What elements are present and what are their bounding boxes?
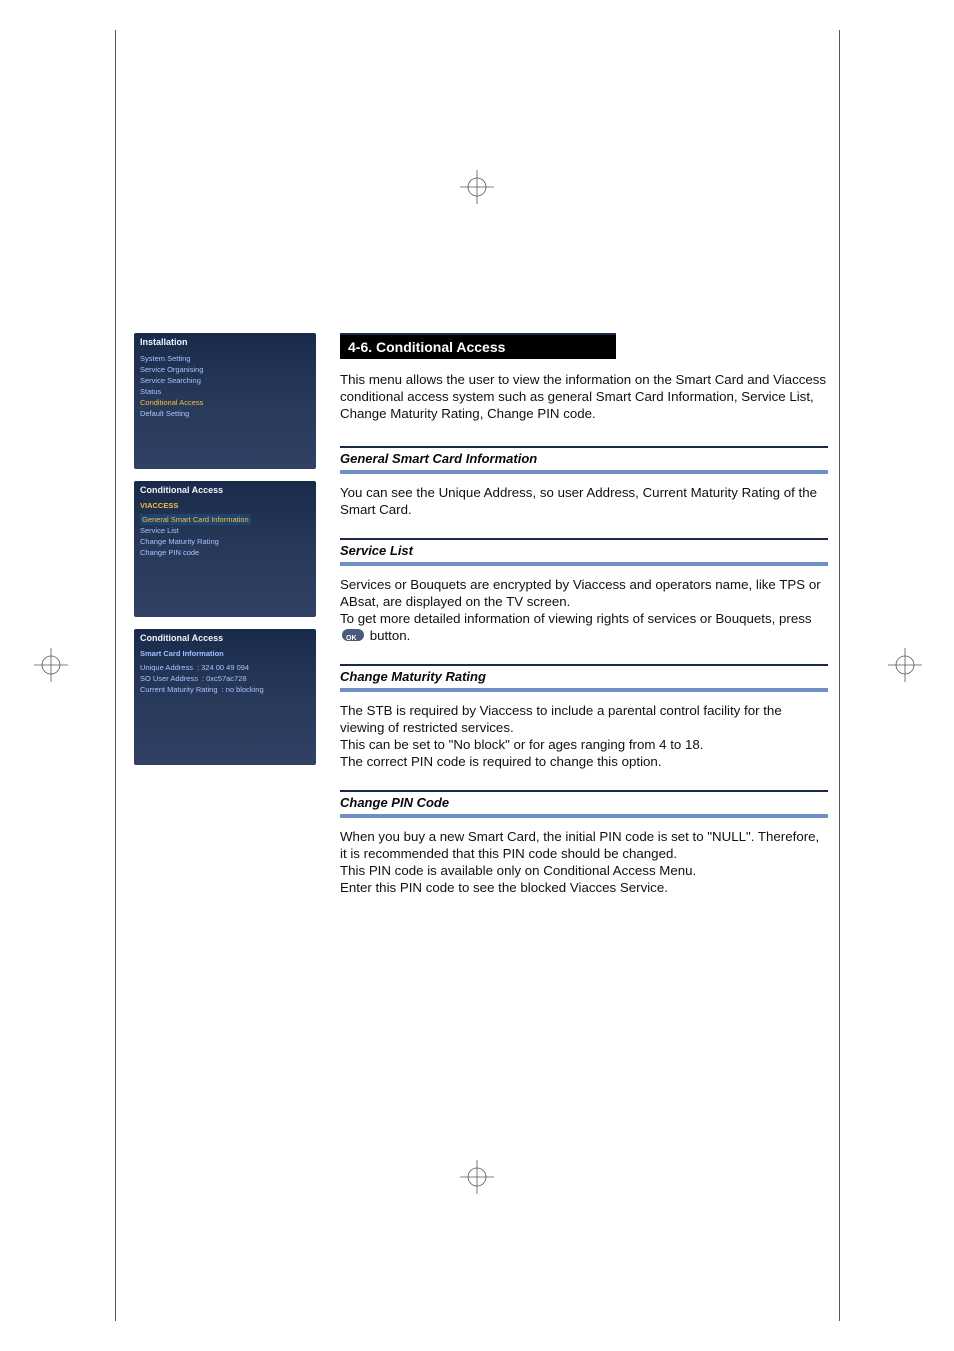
menu-item-highlight: General Smart Card Information — [140, 514, 251, 525]
text-column: 4-6. Conditional Access This menu allows… — [340, 333, 828, 916]
screenshot-column: Installation System Setting Service Orga… — [134, 333, 316, 916]
subsection-heading: Change Maturity Rating — [340, 664, 828, 692]
body-text: The STB is required by Viaccess to inclu… — [340, 702, 828, 770]
info-row: Unique Address: 324 00 49 094 — [140, 662, 310, 673]
ok-button-icon — [342, 629, 364, 641]
menu-item: Service List — [140, 525, 310, 536]
body-text: You can see the Unique Address, so user … — [340, 484, 828, 518]
crop-mark-left — [34, 648, 68, 682]
crop-mark-right — [888, 648, 922, 682]
screenshot-title: Conditional Access — [140, 485, 310, 495]
page-rule-left — [115, 30, 116, 1321]
screenshot-subtitle: VIACCESS — [140, 501, 310, 510]
menu-item: Change PIN code — [140, 547, 310, 558]
menu-item: Service Searching — [140, 375, 310, 386]
crop-mark-bottom — [460, 1160, 494, 1194]
screenshot-ca-info: Conditional Access Smart Card Informatio… — [134, 629, 316, 765]
menu-item-highlight: Conditional Access — [140, 397, 310, 408]
subsection-heading: Service List — [340, 538, 828, 566]
crop-mark-top — [460, 170, 494, 204]
intro-text: This menu allows the user to view the in… — [340, 371, 828, 422]
info-row: SO User Address: 0xc57ac728 — [140, 673, 310, 684]
subsection-heading: General Smart Card Information — [340, 446, 828, 474]
menu-item: Change Maturity Rating — [140, 536, 310, 547]
page-content: Installation System Setting Service Orga… — [134, 333, 828, 916]
menu-item: Status — [140, 386, 310, 397]
screenshot-title: Conditional Access — [140, 633, 310, 643]
screenshot-installation: Installation System Setting Service Orga… — [134, 333, 316, 469]
body-text: Services or Bouquets are encrypted by Vi… — [340, 576, 828, 644]
section-heading-main: 4-6. Conditional Access — [340, 333, 616, 359]
screenshot-subtitle: Smart Card Information — [140, 649, 310, 658]
menu-item: Default Setting — [140, 408, 310, 419]
page-rule-right — [839, 30, 840, 1321]
menu-item: Service Organising — [140, 364, 310, 375]
info-row: Current Maturity Rating: no blocking — [140, 684, 310, 695]
body-text: When you buy a new Smart Card, the initi… — [340, 828, 828, 896]
screenshot-title: Installation — [140, 337, 310, 347]
menu-item: System Setting — [140, 353, 310, 364]
screenshot-ca-menu: Conditional Access VIACCESS General Smar… — [134, 481, 316, 617]
subsection-heading: Change PIN Code — [340, 790, 828, 818]
